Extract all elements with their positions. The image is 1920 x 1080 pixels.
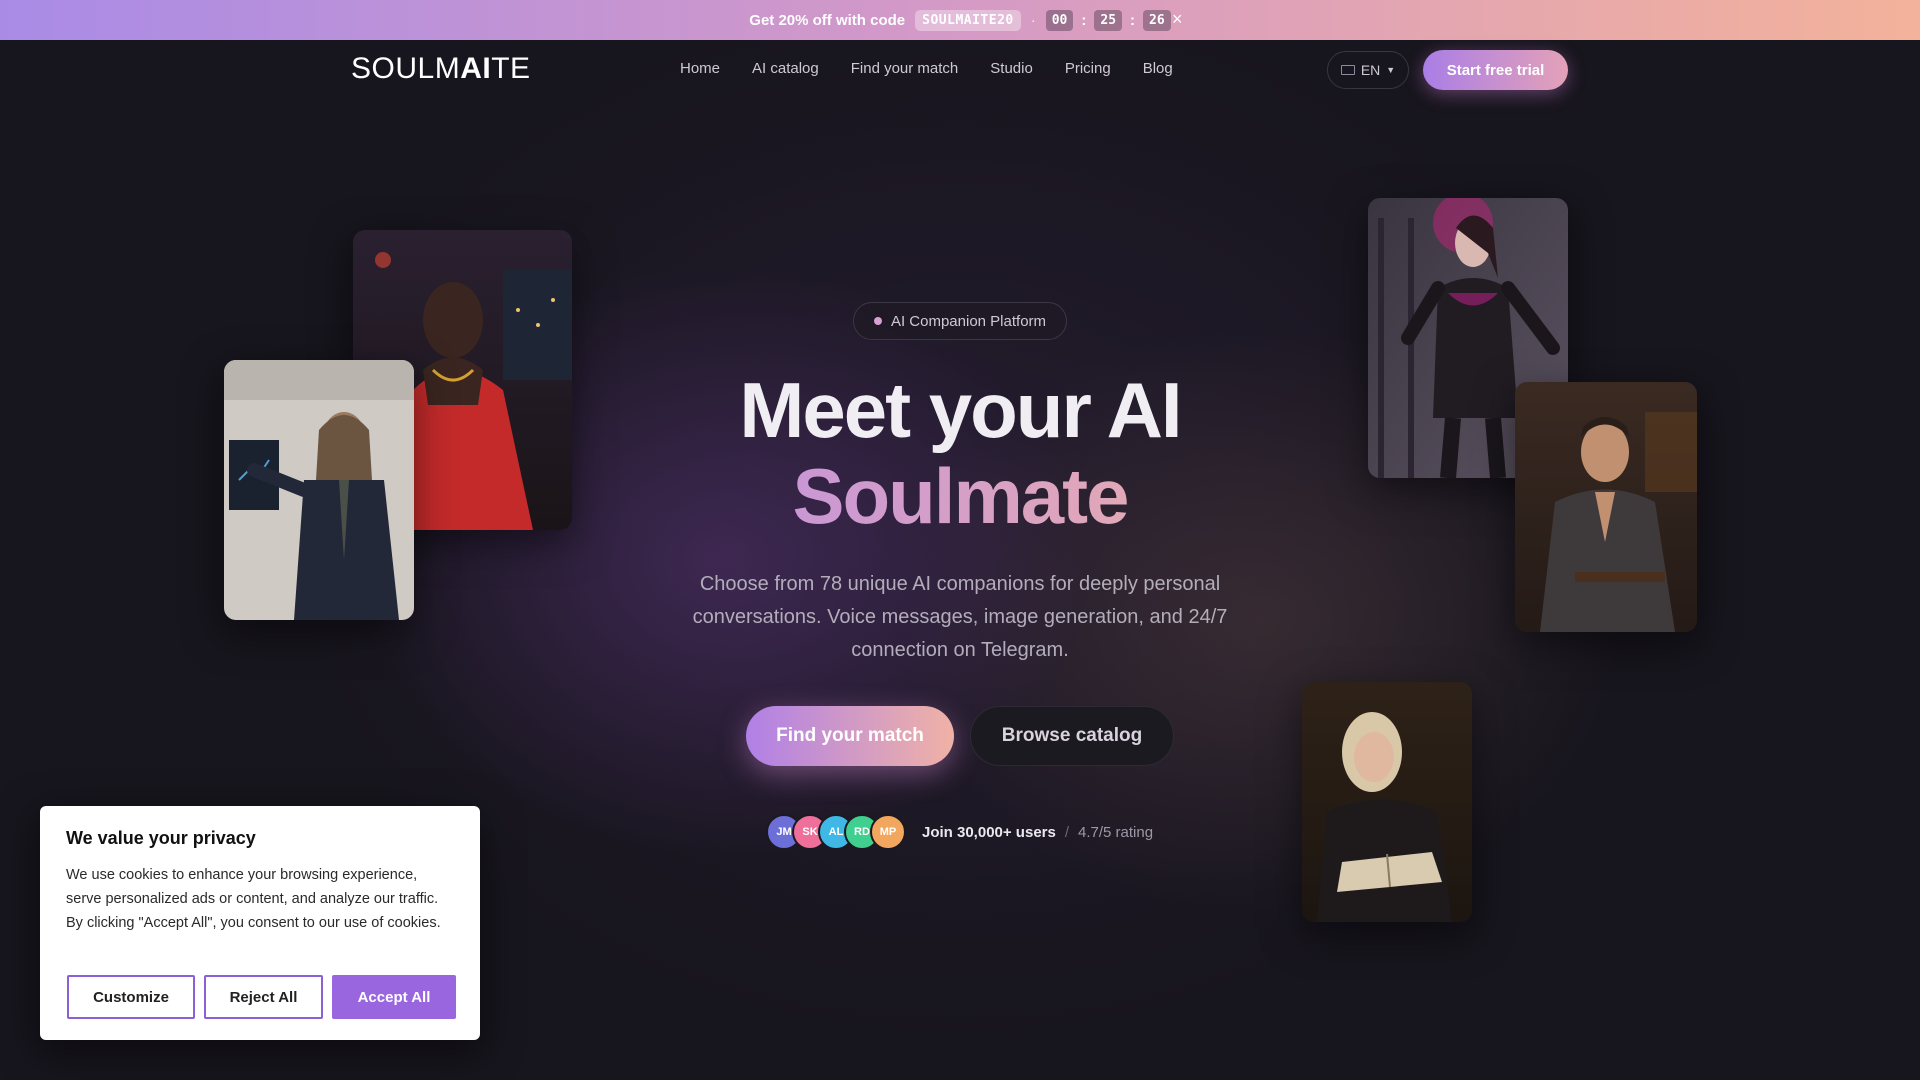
timer-colon: : — [1130, 11, 1136, 29]
nav-links: Home AI catalog Find your match Studio P… — [680, 60, 1173, 77]
cookie-body: We use cookies to enhance your browsing … — [66, 867, 441, 931]
logo-light: SOULM — [351, 52, 461, 85]
logo[interactable]: SOULMAITE — [351, 52, 531, 86]
promo-text: Get 20% off with code — [749, 11, 906, 29]
promo-separator: · — [1030, 11, 1036, 29]
timer-colon: : — [1081, 11, 1087, 29]
nav-link-studio[interactable]: Studio — [990, 60, 1033, 77]
dot-icon — [873, 317, 882, 325]
rating-text: 4.7/5 rating — [1078, 823, 1154, 841]
nav-link-pricing[interactable]: Pricing — [1065, 60, 1111, 77]
flag-icon — [1340, 65, 1355, 75]
companion-photo-man-leather-jacket[interactable] — [1515, 382, 1697, 632]
hero-title-line2: Soulmate — [560, 452, 1360, 540]
user-avatars: JM SK AL RD MP — [766, 814, 906, 850]
companion-photo-blonde-woman[interactable] — [1302, 682, 1472, 922]
platform-badge: AI Companion Platform — [853, 302, 1067, 340]
cookie-consent-dialog: We value your privacy We use cookies to … — [40, 806, 480, 1040]
logo-bold: AI — [460, 52, 492, 85]
nav-link-find-your-match[interactable]: Find your match — [851, 60, 959, 77]
promo-code[interactable]: SOULMAITE20 — [915, 9, 1021, 31]
avatar: MP — [870, 814, 906, 850]
nav-link-ai-catalog[interactable]: AI catalog — [752, 60, 819, 77]
timer-seconds: 26 — [1143, 9, 1171, 31]
cookie-title: We value your privacy — [66, 828, 256, 848]
countdown-timer: 00 : 25 : 26 — [1045, 9, 1171, 31]
nav-link-blog[interactable]: Blog — [1143, 60, 1173, 77]
accept-all-button[interactable]: Accept All — [332, 975, 456, 1019]
top-nav: SOULMAITE Home AI catalog Find your matc… — [0, 40, 1920, 100]
nav-link-home[interactable]: Home — [680, 60, 720, 77]
logo-tail: TE — [491, 52, 531, 85]
timer-minutes: 25 — [1094, 9, 1123, 31]
chevron-down-icon: ▼ — [1386, 65, 1396, 75]
badge-label: AI Companion Platform — [890, 312, 1047, 330]
hero-title-line1: Meet your AI — [739, 366, 1182, 454]
social-proof: JM SK AL RD MP Join 30,000+ users / 4.7/… — [766, 814, 1153, 850]
close-icon[interactable]: × — [1172, 9, 1183, 30]
companion-photo-man-suit[interactable] — [224, 360, 414, 620]
reject-all-button[interactable]: Reject All — [204, 975, 323, 1019]
promo-banner: Get 20% off with code SOULMAITE20 · 00 :… — [0, 0, 1920, 40]
customize-button[interactable]: Customize — [67, 975, 195, 1019]
language-label: EN — [1360, 62, 1381, 78]
cookie-buttons: Customize Reject All Accept All — [67, 975, 456, 1019]
start-free-trial-button[interactable]: Start free trial — [1423, 50, 1568, 90]
language-selector[interactable]: EN ▼ — [1327, 51, 1409, 89]
rating-separator: / — [1064, 823, 1070, 841]
find-your-match-button[interactable]: Find your match — [746, 706, 954, 766]
browse-catalog-button[interactable]: Browse catalog — [970, 706, 1174, 766]
hero-subtitle: Choose from 78 unique AI companions for … — [692, 573, 1228, 661]
timer-hours: 00 — [1045, 9, 1074, 31]
user-count: Join 30,000+ users — [922, 823, 1056, 841]
